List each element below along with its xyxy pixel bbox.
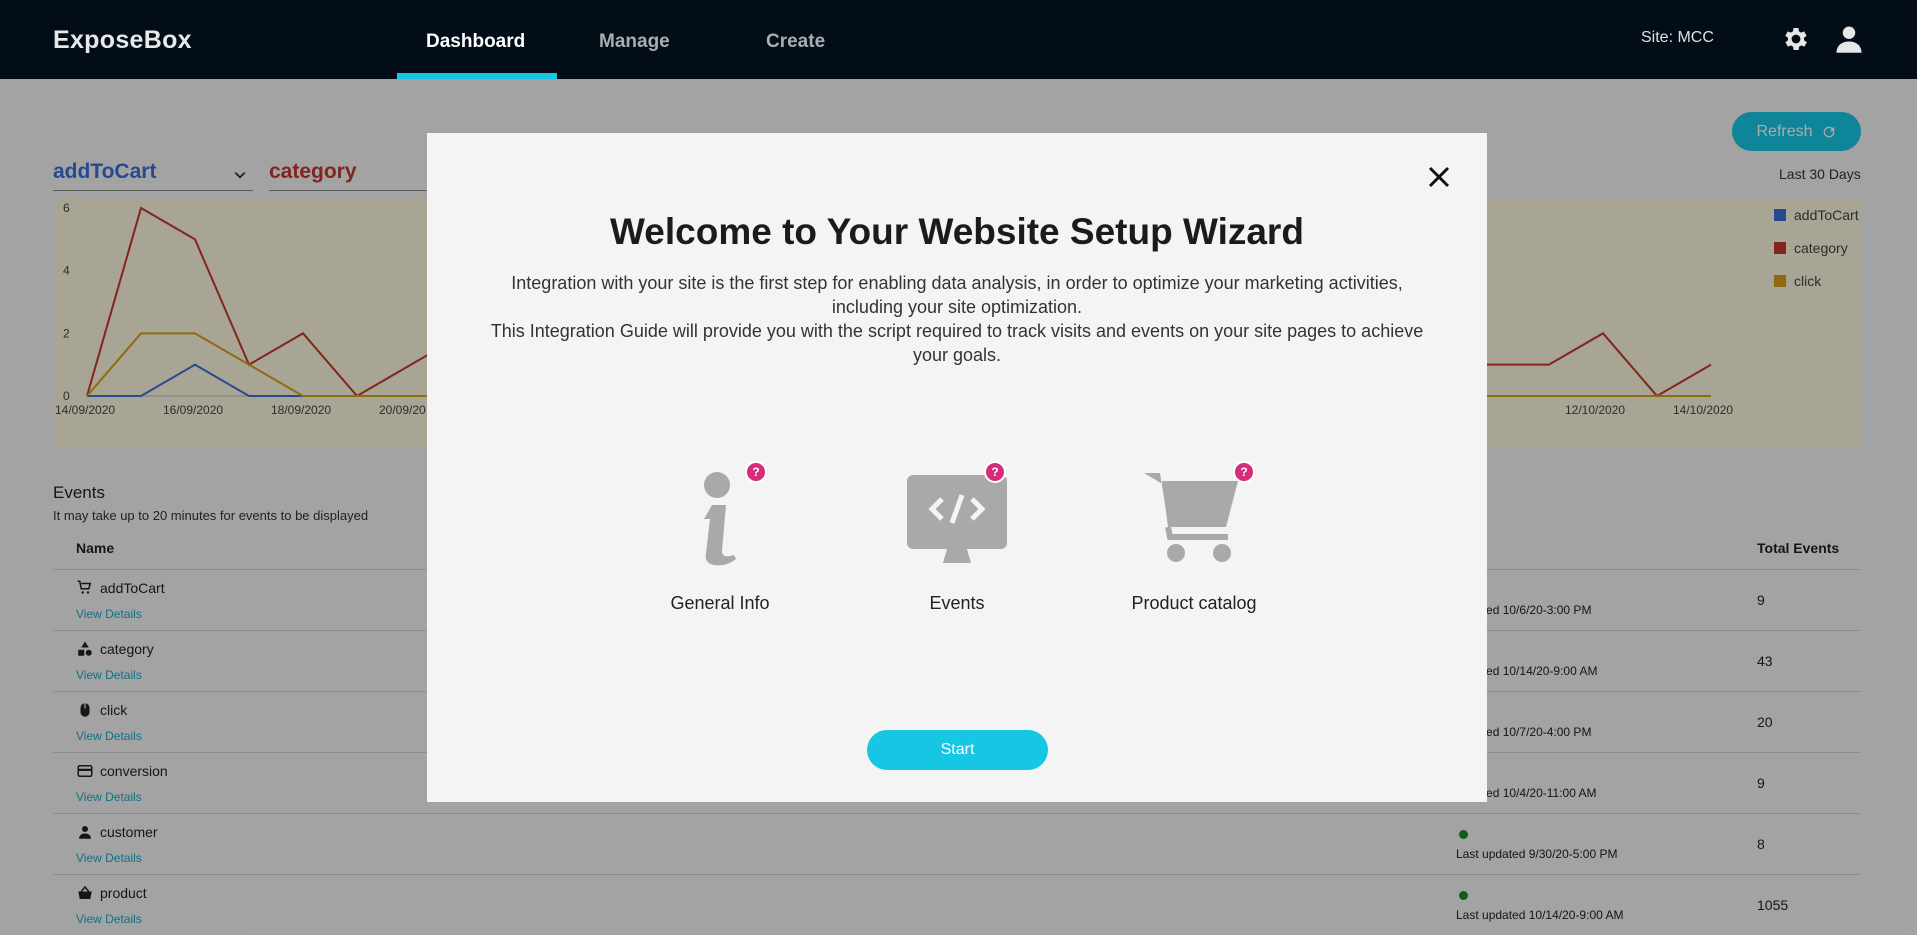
info-icon: ? [660, 463, 780, 573]
gear-icon[interactable] [1781, 24, 1811, 54]
start-button[interactable]: Start [867, 730, 1048, 770]
setup-wizard-modal: Welcome to Your Website Setup Wizard Int… [427, 133, 1487, 802]
tab-manage[interactable]: Manage [599, 31, 670, 53]
wizard-description-line-2: This Integration Guide will provide you … [490, 321, 1424, 365]
tab-dashboard[interactable]: Dashboard [426, 31, 525, 53]
monitor-code-icon: ? [897, 463, 1017, 573]
step-label: Events [929, 593, 985, 613]
step-label: Product catalog [1131, 593, 1257, 613]
wizard-title: Welcome to Your Website Setup Wizard [610, 211, 1304, 252]
help-badge[interactable]: ? [747, 463, 765, 481]
step-general-info[interactable]: ? General Info [630, 463, 810, 614]
site-selector[interactable]: Site: MCC [1641, 29, 1714, 47]
help-badge[interactable]: ? [1235, 463, 1253, 481]
close-icon[interactable] [1423, 161, 1455, 193]
step-events[interactable]: ? Events [867, 463, 1047, 614]
cart-icon: ? [1134, 463, 1254, 573]
user-icon[interactable] [1834, 24, 1864, 54]
brand-logo[interactable]: ExposeBox [53, 26, 192, 55]
step-label: General Info [670, 593, 770, 613]
wizard-description-line-1: Integration with your site is the first … [511, 273, 1403, 317]
step-product-catalog[interactable]: ? Product catalog [1104, 463, 1284, 614]
tab-create[interactable]: Create [766, 31, 825, 53]
top-navbar: ExposeBox Dashboard Manage Create Site: … [0, 0, 1917, 79]
wizard-description: Integration with your site is the first … [477, 271, 1437, 367]
help-badge[interactable]: ? [986, 463, 1004, 481]
